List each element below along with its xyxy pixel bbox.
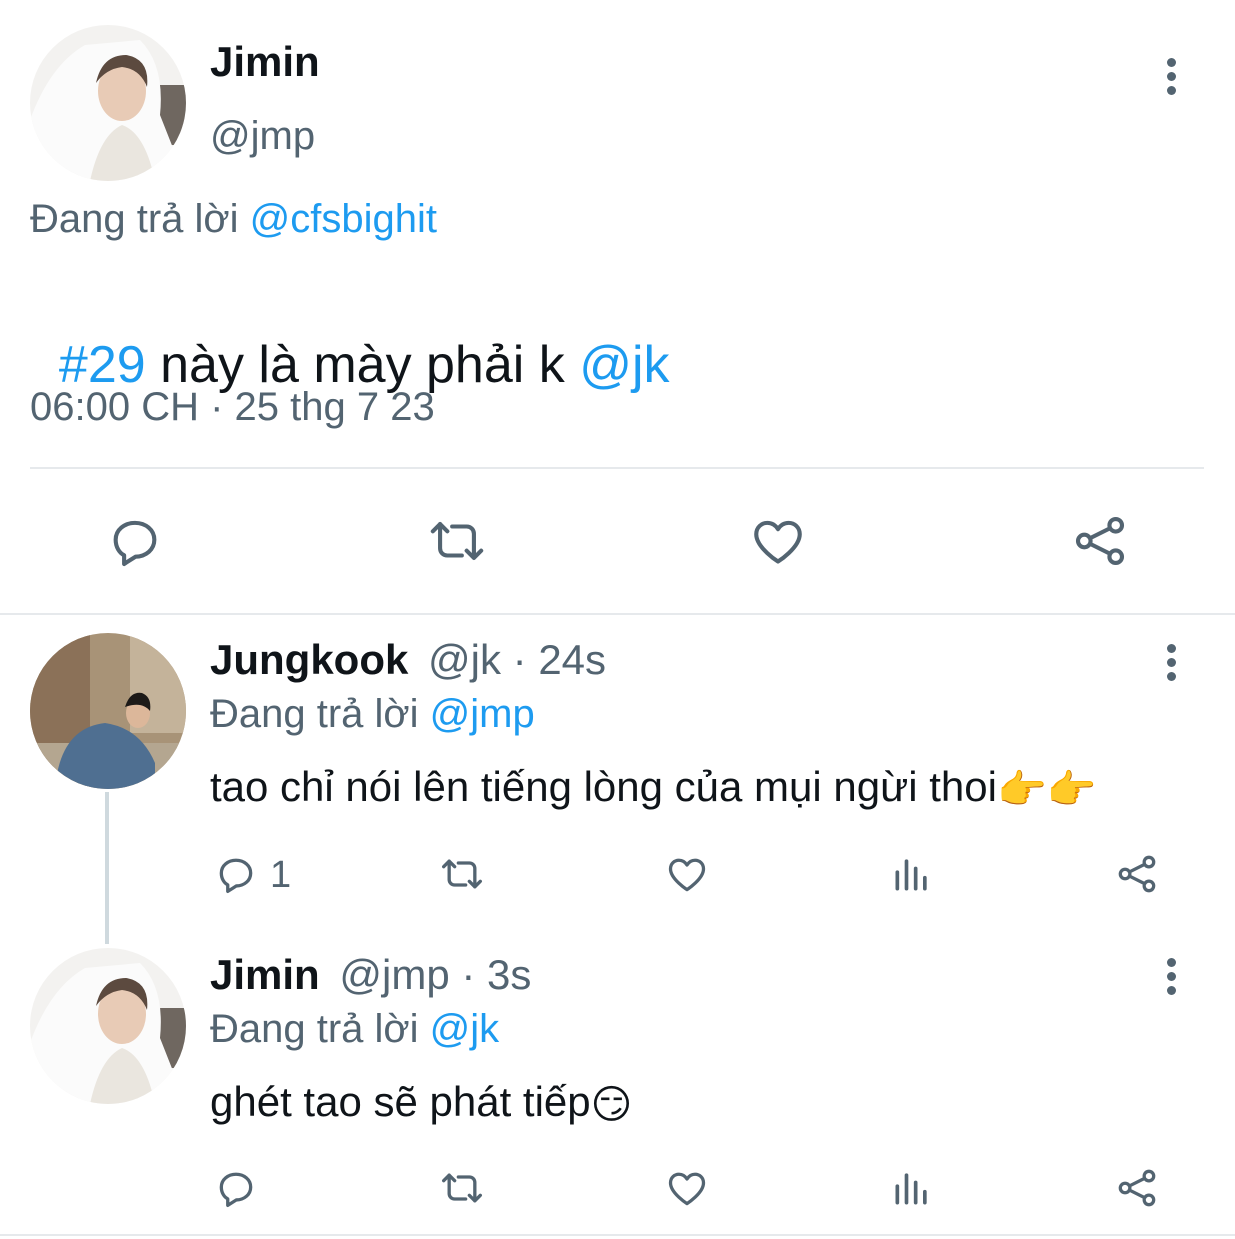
pointing-right-emoji: 👉👉 bbox=[996, 768, 1097, 813]
reply-avatar[interactable] bbox=[30, 948, 186, 1104]
reply-to-mention[interactable]: @jmp bbox=[430, 692, 535, 736]
reply-time[interactable]: · 3s bbox=[461, 951, 531, 998]
like-icon[interactable] bbox=[664, 1166, 710, 1210]
views-icon[interactable] bbox=[890, 852, 934, 896]
main-tweet-author-handle[interactable]: @jmp bbox=[210, 114, 315, 159]
like-icon[interactable] bbox=[748, 512, 808, 570]
reply-body-text: tao chỉ nói lên tiếng lòng của mụi ngừi … bbox=[210, 763, 997, 810]
views-icon[interactable] bbox=[890, 1166, 934, 1210]
retweet-icon[interactable] bbox=[425, 512, 489, 570]
reply-author-handle[interactable]: @jmp bbox=[339, 951, 449, 998]
smirk-emoji: 😏 bbox=[590, 1082, 633, 1127]
share-icon[interactable] bbox=[1114, 852, 1160, 896]
retweet-icon[interactable] bbox=[437, 852, 487, 896]
mention-link[interactable]: @jk bbox=[579, 336, 669, 394]
divider bbox=[30, 467, 1204, 469]
reply-count: 1 bbox=[270, 854, 292, 896]
main-tweet-avatar[interactable] bbox=[30, 25, 186, 181]
reply-to-mention[interactable]: @cfsbighit bbox=[250, 197, 437, 241]
reply-icon[interactable] bbox=[106, 512, 164, 570]
main-tweet-text: #29 này là mày phải k @jk bbox=[30, 275, 670, 395]
main-tweet-more-icon[interactable] bbox=[1165, 58, 1177, 95]
reply-header: Jungkook @jk · 24s bbox=[210, 636, 606, 684]
reply-header: Jimin @jmp · 3s bbox=[210, 951, 531, 999]
reply-author-name[interactable]: Jungkook bbox=[210, 636, 408, 683]
reply-prefix: Đang trả lời bbox=[30, 197, 239, 241]
reply-icon[interactable] bbox=[214, 852, 258, 896]
reply-prefix: Đang trả lời bbox=[210, 692, 419, 736]
reply-context: Đang trả lời @jmp bbox=[210, 692, 535, 737]
share-icon[interactable] bbox=[1070, 512, 1130, 570]
reply-more-icon[interactable] bbox=[1165, 644, 1177, 681]
thread-line bbox=[105, 792, 109, 944]
retweet-icon[interactable] bbox=[437, 1166, 487, 1210]
reply-prefix: Đang trả lời bbox=[210, 1007, 419, 1051]
reply-author-handle[interactable]: @jk bbox=[428, 636, 501, 683]
bottom-divider bbox=[0, 1234, 1235, 1236]
reply-text: tao chỉ nói lên tiếng lòng của mụi ngừi … bbox=[210, 763, 1097, 813]
reply-text: ghét tao sẽ phát tiếp😏 bbox=[210, 1078, 632, 1128]
reply-icon[interactable] bbox=[214, 1166, 258, 1210]
main-tweet-reply-context: Đang trả lời @cfsbighit bbox=[30, 197, 437, 242]
reply-more-icon[interactable] bbox=[1165, 958, 1177, 995]
main-tweet-author-name[interactable]: Jimin bbox=[210, 38, 320, 86]
main-tweet-timestamp[interactable]: 06:00 CH · 25 thg 7 23 bbox=[30, 385, 435, 430]
section-divider bbox=[0, 613, 1235, 615]
like-icon[interactable] bbox=[664, 852, 710, 896]
reply-context: Đang trả lời @jk bbox=[210, 1007, 499, 1052]
reply-avatar[interactable] bbox=[30, 633, 186, 789]
reply-author-name[interactable]: Jimin bbox=[210, 951, 320, 998]
reply-time[interactable]: · 24s bbox=[513, 636, 606, 683]
share-icon[interactable] bbox=[1114, 1166, 1160, 1210]
reply-to-mention[interactable]: @jk bbox=[430, 1007, 500, 1051]
reply-body-text: ghét tao sẽ phát tiếp bbox=[210, 1078, 591, 1125]
